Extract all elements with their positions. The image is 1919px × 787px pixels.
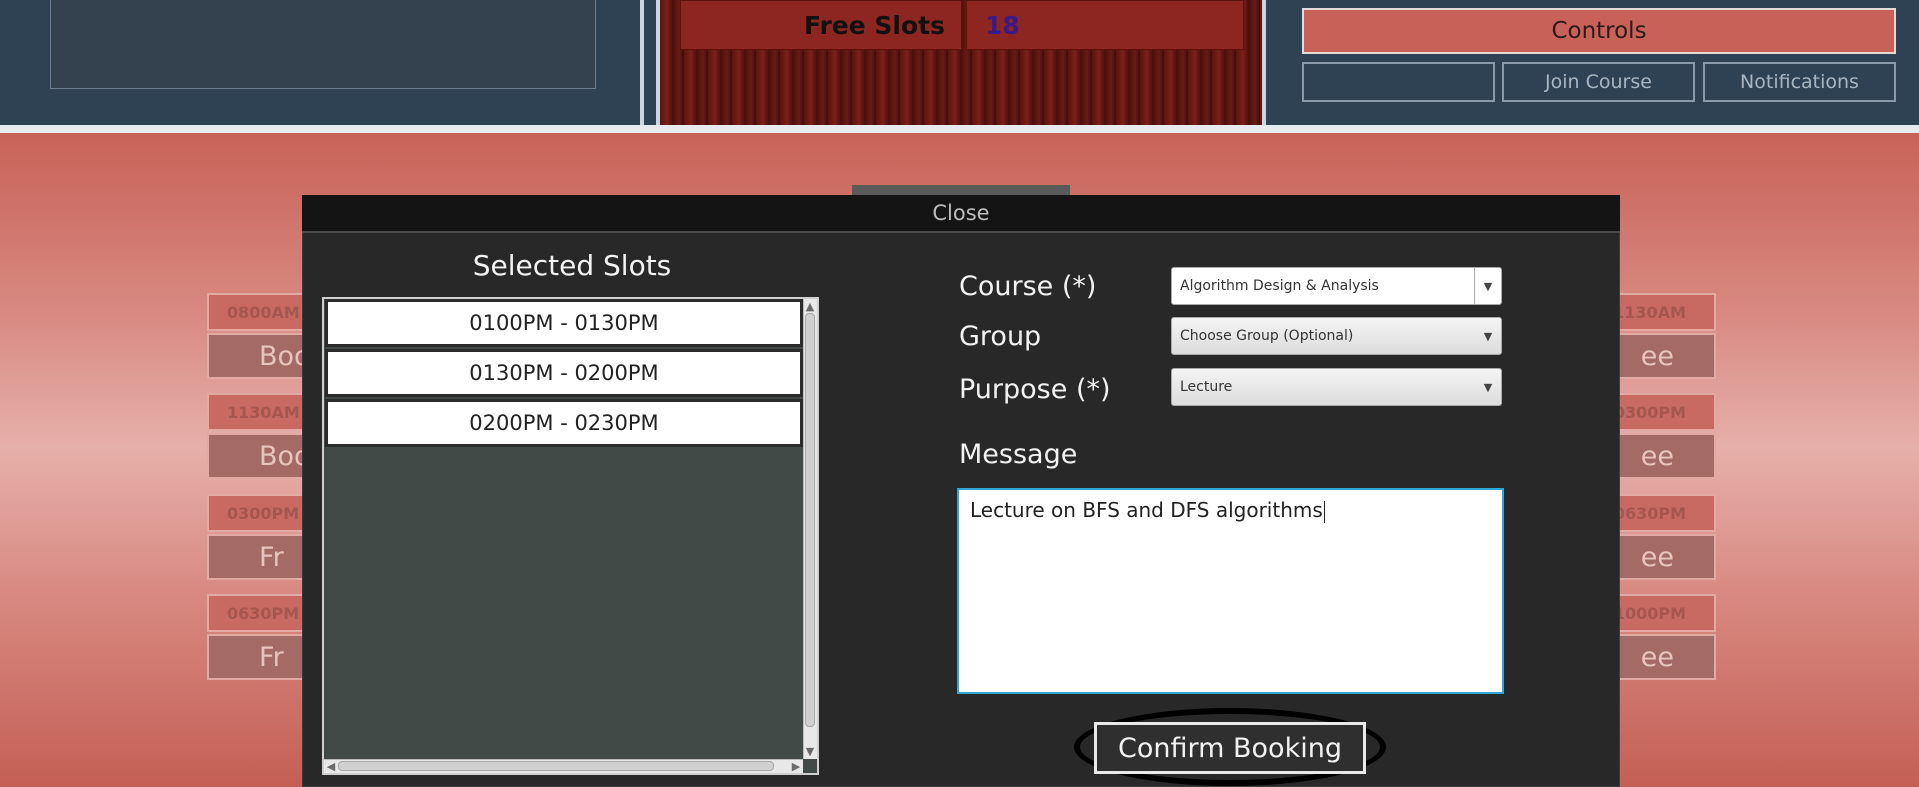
text-caret: [1323, 500, 1325, 523]
chevron-down-icon[interactable]: ▼: [1475, 268, 1501, 304]
selected-slots-title: Selected Slots: [472, 248, 672, 282]
message-label: Message: [959, 438, 1078, 470]
purpose-label: Purpose (*): [959, 373, 1111, 405]
chevron-down-icon[interactable]: ▼: [1475, 318, 1501, 354]
free-slots-count: 18: [966, 0, 1244, 50]
course-select[interactable]: Algorithm Design & Analysis: [1171, 267, 1502, 305]
vertical-scroll-thumb[interactable]: [805, 313, 815, 727]
group-value: Choose Group (Optional): [1180, 328, 1354, 344]
free-slots-label: Free Slots: [680, 0, 962, 50]
divider: [0, 125, 1919, 133]
message-text: Lecture on BFS and DFS algorithms: [970, 498, 1323, 522]
controls-header: Controls: [1302, 8, 1896, 54]
scroll-up-icon[interactable]: ▲: [803, 299, 817, 313]
notifications-button[interactable]: Notifications: [1703, 62, 1896, 102]
info-box: [50, 0, 596, 89]
list-item[interactable]: 0100PM - 0130PM: [325, 299, 803, 347]
message-textarea[interactable]: Lecture on BFS and DFS algorithms: [957, 488, 1504, 694]
scroll-right-icon[interactable]: ▶: [789, 759, 803, 773]
course-value: Algorithm Design & Analysis: [1180, 278, 1379, 294]
confirm-booking-button[interactable]: Confirm Booking: [1094, 722, 1366, 774]
purpose-value: Lecture: [1180, 379, 1233, 395]
scroll-left-icon[interactable]: ◀: [324, 759, 338, 773]
list-item[interactable]: 0200PM - 0230PM: [325, 399, 803, 447]
list-item[interactable]: 0130PM - 0200PM: [325, 349, 803, 397]
purpose-select[interactable]: Lecture: [1171, 368, 1502, 406]
scroll-down-icon[interactable]: ▼: [803, 744, 817, 758]
group-label: Group: [959, 320, 1042, 352]
chevron-down-icon[interactable]: ▼: [1475, 369, 1501, 405]
blank-control-button[interactable]: [1302, 62, 1495, 102]
horizontal-scroll-thumb[interactable]: [338, 761, 774, 771]
group-select[interactable]: Choose Group (Optional): [1171, 317, 1502, 355]
course-label: Course (*): [959, 270, 1097, 302]
join-course-button[interactable]: Join Course: [1502, 62, 1695, 102]
close-button[interactable]: Close: [302, 195, 1620, 233]
